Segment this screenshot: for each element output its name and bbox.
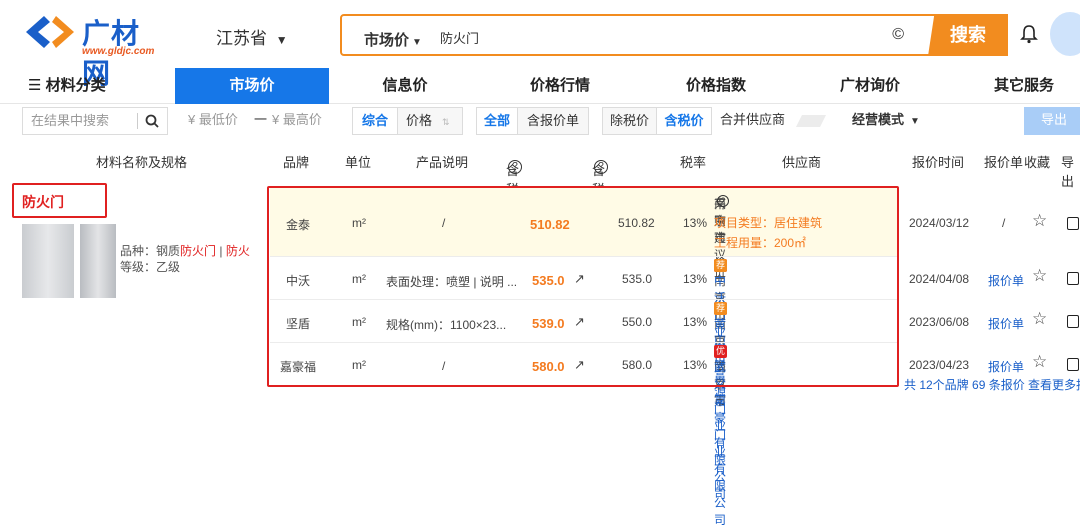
category-label: 材料分类 bbox=[45, 77, 106, 94]
sort-price[interactable]: 价格 ⇅ bbox=[397, 107, 463, 135]
search-bar[interactable]: 市场价 ▼ 防火门 © bbox=[340, 14, 936, 56]
quote-date: 2023/04/23 bbox=[909, 358, 970, 372]
logo[interactable]: 广材网 www.gldjc.com bbox=[22, 10, 155, 89]
quote-date: 2024/03/12 bbox=[909, 216, 970, 230]
max-price-input[interactable]: ¥ 最高价 bbox=[272, 107, 322, 133]
range-dash: 一 bbox=[254, 112, 268, 127]
material-spec: 品种：钢质防火门 | 防火 bbox=[120, 242, 250, 259]
toggle-ex-tax[interactable]: 除税价 bbox=[602, 107, 657, 135]
menu-icon: ☰ bbox=[28, 77, 46, 94]
category-menu[interactable]: ☰ 材料分类 bbox=[28, 68, 118, 104]
col-fav: 收藏 bbox=[1024, 155, 1051, 170]
merge-supplier-toggle[interactable]: 合并供应商 bbox=[720, 107, 832, 135]
filter-all[interactable]: 全部 bbox=[476, 107, 518, 135]
material-grade: 等级：乙级 bbox=[120, 260, 181, 274]
tab-info-price[interactable]: 信息价 bbox=[360, 68, 450, 104]
product-image[interactable] bbox=[80, 224, 116, 298]
province-label: 江苏省 bbox=[216, 29, 267, 48]
checkbox[interactable] bbox=[1067, 315, 1079, 328]
highlight-box-rows bbox=[267, 186, 899, 387]
result-search-input[interactable]: 在结果中搜索 bbox=[22, 107, 168, 135]
product-image[interactable] bbox=[22, 224, 74, 298]
filter-bar: 在结果中搜索 ¥ 最低价 一 ¥ 最高价 综合 价格 ⇅ 全部 含报价单 除税价 … bbox=[0, 104, 1080, 138]
quote-date: 2024/04/08 bbox=[909, 272, 970, 286]
tab-inquiry[interactable]: 广材询价 bbox=[822, 68, 918, 104]
col-date: 报价时间 bbox=[912, 155, 965, 170]
star-icon[interactable]: ☆ bbox=[1032, 352, 1047, 372]
spec-separator: | bbox=[216, 244, 226, 258]
caret-down-icon: ▼ bbox=[275, 33, 288, 47]
tab-price-index[interactable]: 价格指数 bbox=[668, 68, 764, 104]
star-icon[interactable]: ☆ bbox=[1032, 309, 1047, 329]
star-icon[interactable]: ☆ bbox=[1032, 211, 1047, 231]
col-brand: 品牌 bbox=[283, 155, 310, 170]
min-price-input[interactable]: ¥ 最低价 bbox=[188, 107, 238, 133]
divider bbox=[137, 113, 138, 129]
export-button[interactable]: 导出 bbox=[1024, 107, 1080, 135]
more-quotes-link[interactable]: 共 12个品牌 69 条报价 查看更多报价 bbox=[904, 376, 1080, 393]
col-name: 材料名称及规格 bbox=[96, 155, 188, 170]
caret-down-icon: ▼ bbox=[910, 116, 920, 127]
main-nav: ☰ 材料分类 市场价 信息价 价格行情 价格指数 广材询价 其它服务 bbox=[0, 68, 1080, 104]
checkbox[interactable] bbox=[1067, 272, 1079, 285]
merge-supplier-label: 合并供应商 bbox=[720, 112, 786, 127]
quote-link[interactable]: 报价单 bbox=[988, 358, 1024, 375]
price-range: ¥ 最低价 一 ¥ 最高价 bbox=[178, 107, 334, 135]
bell-icon[interactable] bbox=[1020, 24, 1038, 44]
tab-price-trend[interactable]: 价格行情 bbox=[512, 68, 608, 104]
toggle-incl-tax[interactable]: 含税价 bbox=[656, 107, 712, 135]
col-desc: 产品说明 bbox=[416, 155, 469, 170]
logo-url: www.gldjc.com bbox=[82, 46, 155, 57]
logo-icon bbox=[26, 16, 74, 48]
col-export: 导出 bbox=[1061, 155, 1075, 189]
search-scope-label: 市场价 bbox=[364, 32, 410, 49]
quote-link[interactable]: 报价单 bbox=[988, 315, 1024, 332]
province-selector[interactable]: 江苏省 ▼ bbox=[216, 24, 288, 49]
caret-down-icon: ▼ bbox=[412, 37, 422, 48]
help-icon[interactable]: ? bbox=[594, 160, 608, 174]
col-tax: 税率 bbox=[680, 155, 707, 170]
sort-arrows-icon: ⇅ bbox=[442, 117, 450, 127]
col-unit: 单位 bbox=[345, 155, 372, 170]
result-search-placeholder: 在结果中搜索 bbox=[31, 113, 110, 128]
business-mode-label: 经营模式 bbox=[852, 112, 905, 127]
toggle-switch[interactable] bbox=[796, 115, 826, 127]
business-mode-dropdown[interactable]: 经营模式 ▼ bbox=[846, 107, 926, 135]
star-icon[interactable]: ☆ bbox=[1032, 266, 1047, 286]
checkbox[interactable] bbox=[1067, 358, 1079, 371]
material-title[interactable]: 防火门 bbox=[22, 192, 64, 212]
search-scope-dropdown[interactable]: 市场价 ▼ bbox=[364, 29, 422, 50]
tab-other-services[interactable]: 其它服务 bbox=[976, 68, 1072, 104]
filter-with-quote[interactable]: 含报价单 bbox=[517, 107, 589, 135]
quote-date: 2023/06/08 bbox=[909, 315, 970, 329]
table-header: 材料名称及规格 品牌 单位 产品说明 含税工程价? 含税市场价? 税率 供应商 … bbox=[0, 144, 1080, 254]
checkbox[interactable] bbox=[1067, 217, 1079, 230]
avatar[interactable] bbox=[1050, 12, 1080, 56]
col-supplier: 供应商 bbox=[782, 155, 822, 170]
quote-link[interactable]: 报价单 bbox=[988, 272, 1024, 289]
sort-price-label: 价格 bbox=[406, 113, 433, 128]
spec-highlight: 防火 bbox=[225, 244, 250, 258]
copyright-icon: © bbox=[892, 26, 904, 43]
quote-link: / bbox=[1002, 216, 1006, 230]
search-input[interactable]: 防火门 bbox=[440, 28, 479, 47]
search-button[interactable]: 搜索 bbox=[928, 14, 1008, 56]
sort-comprehensive[interactable]: 综合 bbox=[352, 107, 398, 135]
col-quote: 报价单 bbox=[984, 155, 1024, 170]
tab-market-price[interactable]: 市场价 bbox=[175, 68, 329, 104]
help-icon[interactable]: ? bbox=[508, 160, 522, 174]
header: 广材网 www.gldjc.com 江苏省 ▼ 市场价 ▼ 防火门 © 搜索 bbox=[0, 0, 1080, 89]
spec-prefix: 品种：钢质 bbox=[120, 244, 181, 258]
search-icon[interactable] bbox=[145, 114, 159, 128]
spec-highlight: 防火门 bbox=[180, 244, 217, 258]
